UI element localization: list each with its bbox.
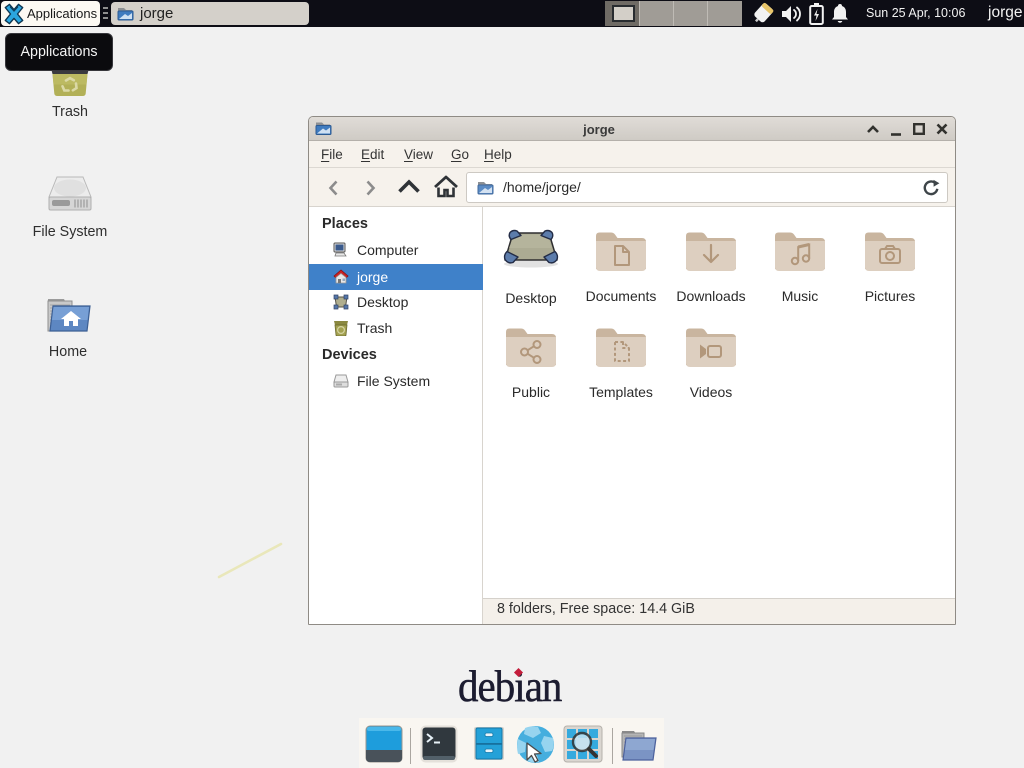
svg-text:debian: debian (458, 663, 562, 710)
